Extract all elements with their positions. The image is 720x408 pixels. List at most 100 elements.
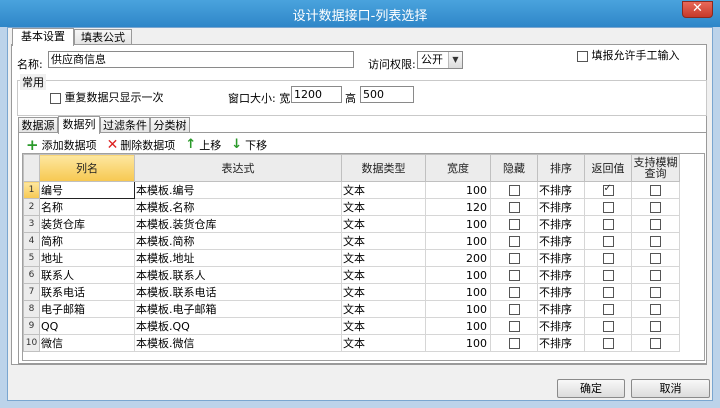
cell-return-value-checkbox[interactable]	[602, 304, 614, 315]
cell-sort[interactable]: 不排序	[537, 181, 585, 199]
table-row[interactable]: 7 联系电话 本模板.联系电话 文本 100 不排序	[23, 283, 680, 301]
cell-hidden[interactable]	[490, 283, 538, 301]
cell-hidden[interactable]	[490, 317, 538, 335]
table-row[interactable]: 8 电子邮箱 本模板.电子邮箱 文本 100 不排序	[23, 300, 680, 318]
cell-hidden-checkbox[interactable]	[508, 304, 520, 315]
cell-fuzzy-query-checkbox[interactable]	[650, 270, 661, 281]
cell-return-value-checkbox[interactable]	[602, 236, 614, 247]
cell-hidden-checkbox[interactable]	[508, 219, 520, 230]
cell-sort[interactable]: 不排序	[537, 334, 585, 352]
cell-width[interactable]: 100	[425, 283, 491, 301]
cell-hidden[interactable]	[490, 198, 538, 216]
cell-width[interactable]: 100	[425, 334, 491, 352]
ok-button[interactable]: 确定	[557, 379, 625, 398]
cell-data-type[interactable]: 文本	[341, 300, 426, 318]
close-button[interactable]: ✕	[682, 1, 713, 18]
cell-column-name[interactable]: 电子邮箱	[39, 300, 135, 318]
cancel-button[interactable]: 取消	[631, 379, 710, 398]
cell-return-value-checkbox[interactable]	[602, 202, 614, 213]
cell-data-type[interactable]: 文本	[341, 266, 426, 284]
cell-hidden[interactable]	[490, 334, 538, 352]
cell-hidden[interactable]	[490, 181, 538, 199]
cell-width[interactable]: 100	[425, 232, 491, 250]
cell-return-value-checkbox[interactable]	[602, 321, 614, 332]
delete-item-button[interactable]: ✕ 删除数据项	[107, 137, 176, 153]
cell-expression[interactable]: 本模板.微信	[134, 334, 342, 352]
cell-sort[interactable]: 不排序	[537, 249, 585, 267]
cell-return-value[interactable]	[584, 198, 632, 216]
cell-fuzzy-query[interactable]	[631, 215, 680, 233]
cell-hidden[interactable]	[490, 215, 538, 233]
cell-fuzzy-query[interactable]	[631, 300, 680, 318]
cell-column-name[interactable]: 编号	[39, 181, 135, 199]
cell-column-name[interactable]: 名称	[39, 198, 135, 216]
cell-expression[interactable]: 本模板.装货仓库	[134, 215, 342, 233]
cell-fuzzy-query[interactable]	[631, 249, 680, 267]
cell-sort[interactable]: 不排序	[537, 300, 585, 318]
cell-return-value[interactable]	[584, 215, 632, 233]
cell-return-value[interactable]	[584, 334, 632, 352]
add-item-button[interactable]: + 添加数据项	[26, 137, 97, 153]
cell-fuzzy-query-checkbox[interactable]	[650, 304, 661, 315]
cell-width[interactable]: 100	[425, 266, 491, 284]
column-header[interactable]: 数据类型	[341, 154, 426, 182]
cell-hidden-checkbox[interactable]	[508, 321, 520, 332]
move-up-button[interactable]: ↑ 上移	[185, 137, 221, 153]
table-row[interactable]: 6 联系人 本模板.联系人 文本 100 不排序	[23, 266, 680, 284]
table-row[interactable]: 2 名称 本模板.名称 文本 120 不排序	[23, 198, 680, 216]
cell-hidden-checkbox[interactable]	[508, 338, 520, 349]
cell-fuzzy-query[interactable]	[631, 181, 680, 199]
cell-column-name[interactable]: 地址	[39, 249, 135, 267]
cell-expression[interactable]: 本模板.地址	[134, 249, 342, 267]
width-input[interactable]: 1200	[291, 86, 342, 103]
cell-hidden[interactable]	[490, 266, 538, 284]
cell-column-name[interactable]: 微信	[39, 334, 135, 352]
cell-return-value-checkbox[interactable]	[602, 270, 614, 281]
table-row[interactable]: 5 地址 本模板.地址 文本 200 不排序	[23, 249, 680, 267]
cell-return-value[interactable]	[584, 232, 632, 250]
cell-return-value-checkbox[interactable]	[602, 338, 614, 349]
cell-fuzzy-query[interactable]	[631, 232, 680, 250]
column-header[interactable]: 返回值	[584, 154, 632, 182]
cell-sort[interactable]: 不排序	[537, 266, 585, 284]
cell-width[interactable]: 100	[425, 317, 491, 335]
cell-expression[interactable]: 本模板.编号	[134, 181, 342, 199]
move-down-button[interactable]: ↓ 下移	[231, 137, 267, 153]
cell-return-value[interactable]	[584, 249, 632, 267]
name-input[interactable]: 供应商信息	[48, 51, 354, 68]
cell-data-type[interactable]: 文本	[341, 181, 426, 199]
table-row[interactable]: 4 简称 本模板.简称 文本 100 不排序	[23, 232, 680, 250]
table-row[interactable]: 10 微信 本模板.微信 文本 100 不排序	[23, 334, 680, 352]
column-header[interactable]: 排序	[537, 154, 585, 182]
cell-fuzzy-query-checkbox[interactable]	[650, 321, 661, 332]
cell-return-value-checkbox[interactable]	[602, 253, 614, 264]
manual-input-checkbox[interactable]	[577, 50, 588, 62]
dedupe-option[interactable]: 重复数据只显示一次	[50, 89, 164, 105]
cell-return-value-checkbox[interactable]	[602, 183, 614, 196]
cell-fuzzy-query[interactable]	[631, 317, 680, 335]
cell-hidden[interactable]	[490, 232, 538, 250]
tab-data-columns[interactable]: 数据列	[58, 116, 100, 134]
cell-fuzzy-query-checkbox[interactable]	[650, 338, 661, 349]
cell-sort[interactable]: 不排序	[537, 283, 585, 301]
cell-sort[interactable]: 不排序	[537, 215, 585, 233]
cell-fuzzy-query[interactable]	[631, 198, 680, 216]
cell-expression[interactable]: 本模板.联系人	[134, 266, 342, 284]
cell-data-type[interactable]: 文本	[341, 334, 426, 352]
tab-basic-settings[interactable]: 基本设置	[12, 28, 74, 46]
cell-fuzzy-query-checkbox[interactable]	[650, 236, 661, 247]
cell-data-type[interactable]: 文本	[341, 198, 426, 216]
cell-return-value[interactable]	[584, 181, 632, 199]
cell-column-name[interactable]: 联系人	[39, 266, 135, 284]
cell-hidden-checkbox[interactable]	[508, 287, 520, 298]
cell-return-value[interactable]	[584, 317, 632, 335]
cell-expression[interactable]: 本模板.电子邮箱	[134, 300, 342, 318]
cell-data-type[interactable]: 文本	[341, 215, 426, 233]
cell-fuzzy-query[interactable]	[631, 283, 680, 301]
cell-return-value[interactable]	[584, 266, 632, 284]
cell-data-type[interactable]: 文本	[341, 317, 426, 335]
cell-width[interactable]: 100	[425, 300, 491, 318]
table-row[interactable]: 9 QQ 本模板.QQ 文本 100 不排序	[23, 317, 680, 335]
cell-width[interactable]: 100	[425, 181, 491, 199]
cell-data-type[interactable]: 文本	[341, 232, 426, 250]
